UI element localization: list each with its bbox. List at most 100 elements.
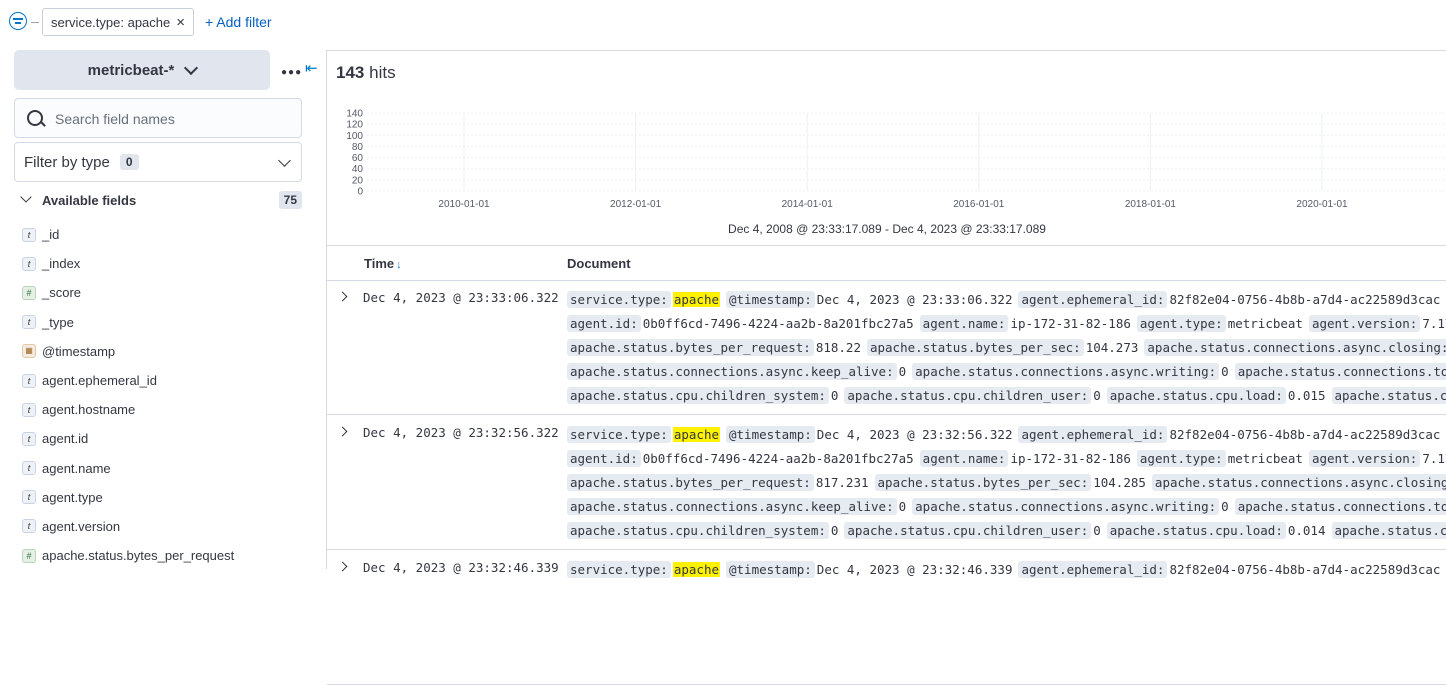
x-tick-label: 2016-01-01 <box>953 199 1005 210</box>
expand-chevron-icon[interactable] <box>338 292 348 302</box>
filter-connector <box>31 22 39 23</box>
field-key: agent.name: <box>920 315 1009 332</box>
add-filter-button[interactable]: + Add filter <box>205 14 272 30</box>
field-key: agent.id: <box>567 450 641 467</box>
y-tick-label: 80 <box>352 142 364 153</box>
field-value: 0 <box>899 499 907 514</box>
search-icon <box>27 110 43 126</box>
table-header: Time↓ Document <box>327 256 1446 280</box>
field-value: 0 <box>899 364 907 379</box>
field-key: agent.ephemeral_id: <box>1018 426 1167 443</box>
field-key: agent.version: <box>1309 450 1420 467</box>
available-fields-header[interactable]: Available fields 75 <box>14 191 302 211</box>
field-value: Dec 4, 2023 @ 23:33:06.322 <box>817 292 1013 307</box>
filter-pill[interactable]: service.type: apache × <box>42 8 194 36</box>
field-value: 0 <box>1221 499 1229 514</box>
y-tick-label: 0 <box>357 187 363 198</box>
x-tick-label: 2020-01-01 <box>1296 199 1348 210</box>
sort-arrow-icon[interactable]: ↓ <box>396 259 402 271</box>
row-timestamp: Dec 4, 2023 @ 23:33:06.322 <box>363 290 559 305</box>
field-key: apache.status.cpu.system: <box>1332 522 1446 539</box>
field-value: 0 <box>831 523 839 538</box>
field-key: apache.status.cpu.load: <box>1107 387 1286 404</box>
string-type-icon: t <box>22 315 36 329</box>
expand-chevron-icon[interactable] <box>338 427 348 437</box>
hits-count: 143 <box>336 63 364 82</box>
field-value: metricbeat <box>1228 316 1303 331</box>
field-key: apache.status.bytes_per_request: <box>567 339 814 356</box>
field-list-item[interactable]: t_id <box>22 220 234 249</box>
field-key: @timestamp: <box>726 291 815 308</box>
filter-by-type-button[interactable]: Filter by type 0 <box>14 142 302 182</box>
field-list-item[interactable]: t agent.version <box>22 512 234 541</box>
chevron-down-icon <box>184 60 198 74</box>
field-key: apache.status.connections.async.closing: <box>1152 474 1446 491</box>
string-type-icon: t <box>22 257 36 271</box>
document-summary: service.type:apache@timestamp:Dec 4, 202… <box>567 424 1446 544</box>
field-value: Dec 4, 2023 @ 23:32:46.339 <box>817 562 1013 577</box>
x-tick-label: 2018-01-01 <box>1125 199 1177 210</box>
field-name: apache.status.bytes_per_request <box>42 548 234 563</box>
field-value: 82f82e04-0756-4b8b-a7d4-ac22589d3cac <box>1169 562 1440 577</box>
field-value: 7.17.1 <box>1422 316 1446 331</box>
field-value: 82f82e04-0756-4b8b-a7d4-ac22589d3cac <box>1169 427 1440 442</box>
field-list-item[interactable]: t_type <box>22 308 234 337</box>
table-row: Dec 4, 2023 @ 23:32:56.322service.type:a… <box>327 416 1446 550</box>
field-value: 0 <box>1221 364 1229 379</box>
field-value: 7.17.1 <box>1422 451 1446 466</box>
filter-count-badge: 0 <box>120 154 139 170</box>
field-list-item[interactable]: tagent.name <box>22 454 234 483</box>
chevron-down-icon <box>278 154 291 167</box>
more-options-icon[interactable]: ●●● <box>281 67 302 78</box>
field-key: agent.type: <box>1137 315 1226 332</box>
field-value: 104.273 <box>1086 340 1139 355</box>
field-value: 818.22 <box>816 340 861 355</box>
collapse-sidebar-icon[interactable]: ⇤ <box>305 59 318 77</box>
field-key: apache.status.bytes_per_sec: <box>867 339 1084 356</box>
field-list-item[interactable]: tagent.type <box>22 483 234 512</box>
field-key: agent.id: <box>567 315 641 332</box>
field-list-item[interactable]: t_index <box>22 249 234 278</box>
field-key: @timestamp: <box>726 426 815 443</box>
filter-menu-icon[interactable] <box>9 12 27 30</box>
field-name: agent.id <box>42 431 88 446</box>
field-list-item[interactable]: tagent.id <box>22 424 234 453</box>
column-header-time[interactable]: Time↓ <box>364 256 402 271</box>
highlighted-field-value: apache <box>673 292 720 307</box>
field-value: 0 <box>1093 523 1101 538</box>
string-type-icon: t <box>22 519 36 533</box>
field-sidebar: metricbeat-* ●●● ⇤ Filter by type 0 Avai… <box>0 46 326 569</box>
y-tick-label: 40 <box>352 164 364 175</box>
y-tick-label: 140 <box>346 109 363 120</box>
field-value: 0 <box>1093 388 1101 403</box>
chevron-down-icon <box>20 191 31 202</box>
search-input[interactable] <box>53 107 297 131</box>
index-pattern-selector[interactable]: metricbeat-* <box>14 50 270 90</box>
close-icon[interactable]: × <box>176 14 185 31</box>
field-list-item[interactable]: #_score <box>22 278 234 307</box>
document-summary: service.type:apache@timestamp:Dec 4, 202… <box>567 289 1446 409</box>
table-row: Dec 4, 2023 @ 23:32:46.339service.type:a… <box>327 551 1446 685</box>
field-name: _score <box>42 285 81 300</box>
available-fields-count: 75 <box>279 191 302 209</box>
field-key: apache.status.connections.async.writing: <box>912 363 1219 380</box>
expand-chevron-icon[interactable] <box>338 562 348 572</box>
field-list-item[interactable]: tagent.ephemeral_id <box>22 366 234 395</box>
x-tick-label: 2010-01-01 <box>438 199 490 210</box>
field-name: agent.version <box>42 519 120 534</box>
field-key: apache.status.bytes_per_request: <box>567 474 814 491</box>
field-name: agent.hostname <box>42 402 135 417</box>
field-name: agent.ephemeral_id <box>42 373 157 388</box>
field-value: 104.285 <box>1093 475 1146 490</box>
y-tick-label: 20 <box>352 175 364 186</box>
field-value: metricbeat <box>1228 451 1303 466</box>
field-list-item[interactable]: tagent.hostname <box>22 395 234 424</box>
field-key: apache.status.cpu.children_user: <box>844 522 1091 539</box>
field-key: apache.status.cpu.load: <box>1107 522 1286 539</box>
calendar-icon: ▦ <box>22 344 36 358</box>
field-list-item[interactable]: ▦@timestamp <box>22 337 234 366</box>
field-key: apache.status.cpu.children_system: <box>567 522 829 539</box>
field-list-item[interactable]: #apache.status.bytes_per_request <box>22 541 234 570</box>
filter-by-type-label: Filter by type <box>24 154 110 171</box>
filter-bar: service.type: apache × + Add filter <box>0 0 1446 46</box>
